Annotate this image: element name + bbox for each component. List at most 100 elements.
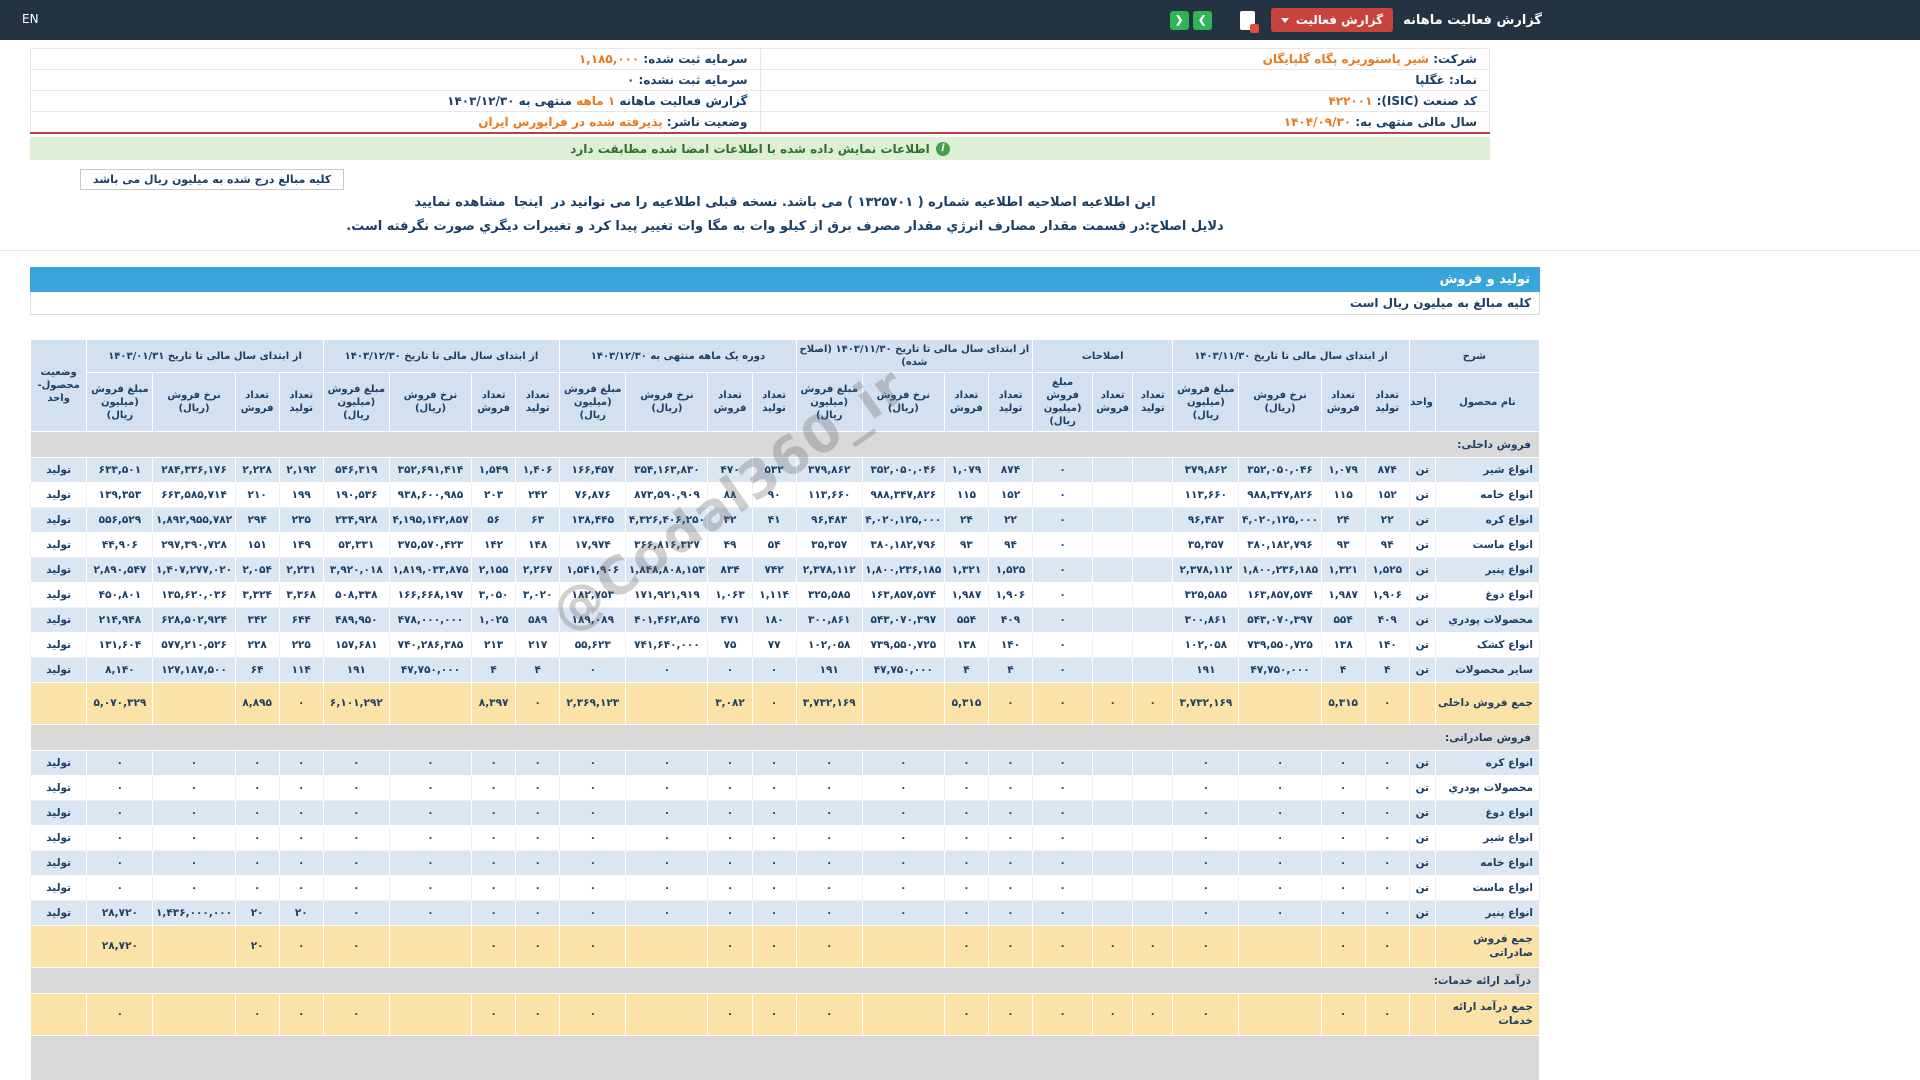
- column-header: تعداد فروش: [943, 372, 989, 432]
- value-cell: ۹۴: [1364, 532, 1410, 558]
- company-info-cell: سال مالی منتهی به: ۱۴۰۴/۰۹/۳۰: [759, 111, 1490, 134]
- value-cell: ۷۳۹,۵۵۰,۷۲۵: [861, 632, 945, 658]
- value-cell: ۰: [1364, 993, 1410, 1036]
- report-file-icon[interactable]: [1239, 10, 1259, 33]
- company-info-row: شرکت: شیر پاستوریزه پگاه گلپایگان سرمایه …: [30, 48, 1490, 70]
- value-cell: ۰: [1032, 900, 1094, 926]
- desc-header: شرح: [1408, 339, 1541, 373]
- status-cell: [29, 993, 88, 1036]
- value-cell: ۰: [1320, 850, 1366, 876]
- unit-cell: تن: [1408, 825, 1436, 851]
- value-cell: ۲۲۵: [278, 632, 324, 658]
- value-cell: ۵۷۷,۲۱۰,۵۲۶: [152, 632, 236, 658]
- page: EN گزارش فعالیت ماهانه گزارش فعالیت ❯ ❮ …: [0, 0, 1920, 1080]
- value-cell: [1092, 457, 1134, 483]
- status-cell: تولید: [29, 482, 88, 508]
- value-cell: ۰: [987, 925, 1034, 968]
- value-cell: ۲۲: [1364, 507, 1410, 533]
- value-cell: ۵۵۴: [943, 607, 989, 633]
- value-cell: ۱۳۹,۳۵۳: [86, 482, 154, 508]
- value-cell: ۲۴۲: [515, 482, 561, 508]
- value-cell: [1092, 632, 1134, 658]
- prev-report-button[interactable]: ❮: [1169, 10, 1189, 30]
- value-cell: ۰: [559, 850, 627, 876]
- value-cell: [1132, 900, 1174, 926]
- value-cell: ۳۲: [707, 507, 753, 533]
- value-cell: ۱۱۳,۶۶۰: [795, 482, 863, 508]
- value-cell: ۹۶,۴۸۳: [795, 507, 863, 533]
- next-report-button[interactable]: ❯: [1192, 10, 1212, 30]
- group-header: از ابتدای سال مالی تا تاریخ ۱۴۰۳/۱۲/۳۰: [322, 339, 561, 373]
- company-info-cell: کد صنعت (ISIC): ۴۲۲۰۰۱: [759, 90, 1490, 112]
- value-cell: [1092, 750, 1134, 776]
- value-cell: ۰: [1172, 900, 1240, 926]
- info-label: شرکت:: [1429, 52, 1477, 66]
- value-cell: ۰: [861, 750, 945, 776]
- company-info-cell: نماد: غگلپا: [759, 69, 1490, 91]
- company-info-cell: سرمایه ثبت نشده: ۰: [30, 69, 761, 91]
- status-cell: تولید: [29, 875, 88, 901]
- value-cell: ۰: [559, 825, 627, 851]
- value-cell: ۷۵: [707, 632, 753, 658]
- value-cell: ۰: [795, 875, 863, 901]
- value-cell: ۰: [987, 750, 1034, 776]
- value-cell: ۲,۰۵۴: [234, 557, 280, 583]
- value-cell: ۱,۵۴۱,۹۰۶: [559, 557, 627, 583]
- value-cell: ۱۶۶,۴۵۷: [559, 457, 627, 483]
- value-cell: ۰: [322, 875, 390, 901]
- language-switch-link[interactable]: EN: [22, 12, 39, 26]
- value-cell: ۰: [515, 850, 561, 876]
- value-cell: [1092, 850, 1134, 876]
- previous-notice-link[interactable]: اینجا: [514, 195, 543, 210]
- status-cell: تولید: [29, 750, 88, 776]
- section-row: فروش داخلی:: [30, 431, 1540, 458]
- table-row: انواع خامه تن ۰ ۰ ۰ ۰ ۰ ۰ ۰ ۰ ۰ ۰ ۰ ۰ ۰ ۰ ۰ ۰ ۰ ۰ ۰ ۰ ۰ تولید: [29, 850, 1541, 876]
- value-cell: ۱۴۰: [1364, 632, 1410, 658]
- value-cell: ۰: [1172, 875, 1240, 901]
- chevron-down-icon: [1280, 17, 1289, 23]
- value-cell: ۰: [322, 800, 390, 826]
- value-cell: ۰: [987, 900, 1034, 926]
- value-cell: ۱۹۱: [322, 657, 390, 683]
- value-cell: ۰: [1172, 750, 1240, 776]
- value-cell: ۳,۷۳۲,۱۶۹: [795, 682, 863, 725]
- chevron-right-icon: ❯: [1198, 14, 1207, 26]
- value-cell: ۰: [388, 775, 473, 801]
- value-cell: ۰: [515, 875, 561, 901]
- value-cell: ۰: [234, 800, 280, 826]
- report-type-button[interactable]: گزارش فعالیت: [1270, 8, 1394, 32]
- value-cell: ۳۲۵,۵۸۵: [1172, 582, 1240, 608]
- value-cell: ۱۳۸,۴۴۵: [559, 507, 627, 533]
- value-cell: ۱,۵۲۵: [987, 557, 1034, 583]
- value-cell: ۱,۴۰۷,۲۷۷,۰۲۰: [152, 557, 236, 583]
- value-cell: ۰: [1364, 850, 1410, 876]
- value-cell: ۱۴۸: [515, 532, 561, 558]
- table-head: شرح از ابتدای سال مالی تا تاریخ ۱۴۰۳/۱۱/۳…: [29, 339, 1541, 432]
- value-cell: ۰: [795, 750, 863, 776]
- value-cell: ۰: [1320, 750, 1366, 776]
- value-cell: ۴: [1364, 657, 1410, 683]
- value-cell: ۲۱۳: [471, 632, 517, 658]
- value-cell: ۰: [278, 682, 324, 725]
- value-cell: ۲,۲۳۱: [278, 557, 324, 583]
- value-cell: ۰: [559, 775, 627, 801]
- value-cell: ۴,۳۲۶,۴۰۶,۲۵۰: [625, 507, 709, 533]
- column-header: تعداد فروش: [1092, 372, 1134, 432]
- value-cell: ۰: [707, 925, 753, 968]
- value-cell: ۱۸۹,۰۸۹: [559, 607, 627, 633]
- value-cell: ۰: [1032, 925, 1094, 968]
- value-cell: ۳,۰۲۰: [515, 582, 561, 608]
- value-cell: ۰: [559, 993, 627, 1036]
- value-cell: ۲۴: [1320, 507, 1366, 533]
- product-name-cell: محصولات پودري: [1434, 607, 1541, 633]
- value-cell: ۰: [751, 875, 797, 901]
- value-cell: ۰: [1172, 825, 1240, 851]
- value-cell: ۰: [1320, 925, 1366, 968]
- info-label: وضعیت ناشر:: [662, 115, 748, 129]
- value-cell: ۰: [1032, 507, 1094, 533]
- value-cell: ۸۳۴: [707, 557, 753, 583]
- value-cell: ۰: [751, 657, 797, 683]
- value-cell: ۱,۴۳۶,۰۰۰,۰۰۰: [152, 900, 236, 926]
- total-row: جمع درآمد ارائه خدمات ۰ ۰ ۰ ۰ ۰ ۰ ۰ ۰ ۰ ۰ ۰ ۰ ۰ ۰ ۰ ۰ ۰ ۰: [29, 993, 1541, 1036]
- value-cell: ۲۲۸: [234, 632, 280, 658]
